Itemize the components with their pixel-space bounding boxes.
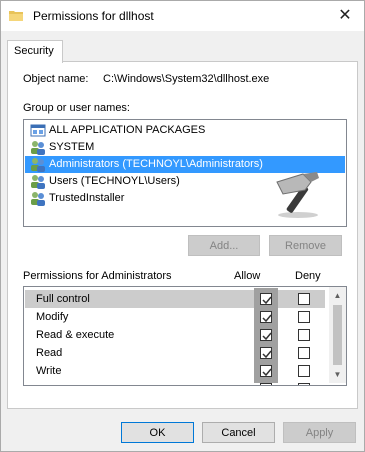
permission-name: Full control — [36, 293, 90, 305]
window-title: Permissions for dllhost — [33, 9, 154, 23]
tab-security[interactable]: Security — [7, 40, 63, 63]
apply-button[interactable]: Apply — [283, 422, 356, 443]
list-item[interactable]: ALL APPLICATION PACKAGES — [25, 122, 345, 139]
deny-checkbox-read[interactable] — [298, 347, 310, 359]
list-item-label: SYSTEM — [49, 141, 95, 153]
allow-checkbox-read-execute[interactable] — [260, 329, 272, 341]
allow-checkbox-write[interactable] — [260, 365, 272, 377]
permission-name: Read & execute — [36, 329, 115, 341]
deny-checkbox-partial[interactable] — [298, 383, 310, 385]
deny-checkbox-modify[interactable] — [298, 311, 310, 323]
list-item[interactable]: SYSTEM — [25, 139, 345, 156]
checkmark-icon — [262, 368, 272, 377]
list-item-label: ALL APPLICATION PACKAGES — [49, 124, 206, 136]
folder-icon — [9, 11, 23, 21]
add-button[interactable]: Add... — [188, 235, 260, 256]
ok-button[interactable]: OK — [121, 422, 194, 443]
list-item-label: Users (TECHNOYL\Users) — [49, 175, 180, 187]
allow-checkbox-partial[interactable] — [260, 383, 272, 385]
permission-name: Modify — [36, 311, 69, 323]
deny-checkbox-full-control[interactable] — [298, 293, 310, 305]
object-name-label: Object name: — [23, 73, 89, 85]
checkmark-icon — [262, 314, 272, 323]
scroll-up-icon[interactable]: ▲ — [329, 287, 346, 304]
permission-name: Write — [36, 365, 62, 377]
scrollbar-thumb[interactable] — [333, 305, 342, 365]
allow-checkbox-modify[interactable] — [260, 311, 272, 323]
close-icon[interactable]: ✕ — [334, 5, 356, 27]
users-icon — [31, 158, 45, 172]
cancel-button[interactable]: Cancel — [202, 422, 275, 443]
deny-column-header: Deny — [295, 270, 321, 282]
permissions-list[interactable]: Full control Modify Read & execute Read … — [23, 286, 347, 386]
object-name-value: C:\Windows\System32\dllhost.exe — [103, 73, 270, 85]
title-bar[interactable]: Permissions for dllhost ✕ — [1, 1, 364, 31]
checkmark-icon — [262, 350, 272, 359]
deny-checkbox-write[interactable] — [298, 365, 310, 377]
allow-checkbox-full-control[interactable] — [260, 293, 272, 305]
permission-name: Read — [36, 347, 63, 359]
allow-checkbox-read[interactable] — [260, 347, 272, 359]
permission-row[interactable]: Read — [25, 344, 325, 362]
users-icon — [31, 175, 45, 189]
permission-row[interactable]: Full control — [25, 290, 325, 308]
users-icon — [31, 141, 45, 155]
users-icon — [31, 192, 45, 206]
list-item-label: Administrators (TECHNOYL\Administrators) — [49, 158, 263, 170]
hammer-icon — [276, 172, 319, 218]
deny-checkbox-read-execute[interactable] — [298, 329, 310, 341]
remove-button[interactable]: Remove — [269, 235, 342, 256]
permissions-label: Permissions for Administrators — [23, 270, 172, 282]
tab-security-label: Security — [14, 45, 54, 57]
scroll-down-icon[interactable]: ▼ — [329, 366, 346, 383]
permissions-dialog: Permissions for dllhost ✕ Security Objec… — [0, 0, 365, 452]
permissions-scrollbar[interactable]: ▲ ▼ — [329, 287, 346, 383]
list-item-label: TrustedInstaller — [49, 192, 125, 204]
permission-row[interactable]: Write — [25, 362, 325, 380]
permission-row[interactable]: Read & execute — [25, 326, 325, 344]
app-packages-icon — [30, 124, 46, 137]
allow-column-header: Allow — [234, 270, 261, 282]
group-names-label: Group or user names: — [23, 102, 130, 114]
permission-row[interactable]: Modify — [25, 308, 325, 326]
checkmark-icon — [262, 332, 272, 341]
checkmark-icon — [262, 296, 272, 305]
